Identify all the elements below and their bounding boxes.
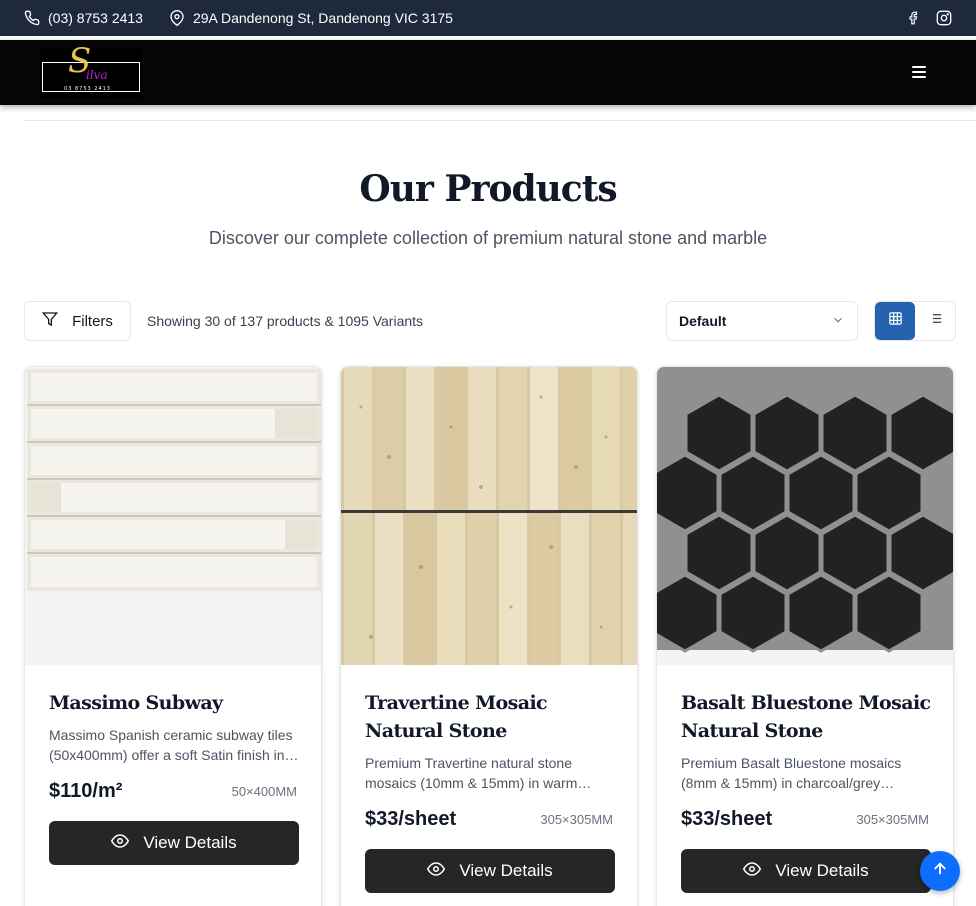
product-description: Massimo Spanish ceramic subway tiles (50… bbox=[49, 727, 293, 763]
product-size: 305×305MM bbox=[540, 812, 613, 827]
filters-label: Filters bbox=[72, 312, 113, 330]
filter-icon bbox=[41, 311, 59, 331]
scroll-to-top-button[interactable] bbox=[920, 851, 960, 891]
view-details-label: View Details bbox=[775, 861, 869, 880]
list-view-button[interactable] bbox=[915, 302, 955, 340]
product-size: 305×305MM bbox=[856, 812, 929, 827]
list-icon bbox=[928, 311, 943, 331]
product-description: Premium Travertine natural stone mosaics… bbox=[365, 755, 578, 791]
eye-icon bbox=[427, 860, 446, 883]
product-card[interactable]: Massimo Subway Massimo Spanish ceramic s… bbox=[24, 366, 322, 906]
phone-contact[interactable]: (03) 8753 2413 bbox=[24, 10, 143, 26]
product-image[interactable] bbox=[657, 367, 953, 665]
social-links bbox=[906, 10, 952, 26]
logo-script: ilva bbox=[86, 68, 108, 82]
eye-icon bbox=[743, 860, 762, 883]
results-count: Showing 30 of 137 products & 1095 Varian… bbox=[147, 313, 424, 329]
product-price: $110/m² bbox=[49, 780, 123, 802]
map-pin-icon bbox=[169, 10, 185, 26]
view-toggle bbox=[874, 301, 956, 341]
product-card[interactable]: Basalt Bluestone Mosaic Natural Stone Pr… bbox=[656, 366, 954, 906]
filters-button[interactable]: Filters bbox=[24, 301, 131, 341]
site-logo[interactable]: S ilva 03 8753 2413 bbox=[40, 44, 142, 98]
grid-icon bbox=[888, 311, 903, 331]
instagram-icon[interactable] bbox=[936, 10, 952, 26]
view-details-label: View Details bbox=[143, 833, 237, 852]
product-size: 50×400MM bbox=[231, 784, 297, 799]
menu-icon[interactable] bbox=[912, 66, 926, 78]
logo-phone: 03 8753 2413 bbox=[64, 86, 111, 92]
arrow-up-icon bbox=[931, 860, 949, 883]
phone-icon bbox=[24, 10, 40, 26]
product-price: $33/sheet bbox=[681, 808, 773, 830]
product-card[interactable]: Travertine Mosaic Natural Stone Premium … bbox=[340, 366, 638, 906]
phone-number: (03) 8753 2413 bbox=[48, 10, 143, 26]
view-details-button[interactable]: View Details bbox=[681, 849, 931, 893]
grid-view-button[interactable] bbox=[875, 302, 915, 340]
view-details-button[interactable]: View Details bbox=[49, 821, 299, 865]
product-price: $33/sheet bbox=[365, 808, 457, 830]
page-title: Our Products bbox=[359, 168, 617, 210]
top-info-bar: (03) 8753 2413 29A Dandenong St, Dandeno… bbox=[0, 0, 976, 36]
product-image[interactable] bbox=[25, 367, 321, 665]
address-text: 29A Dandenong St, Dandenong VIC 3175 bbox=[192, 10, 453, 26]
sort-select[interactable]: Default bbox=[666, 301, 858, 341]
sort-value: Default bbox=[679, 313, 727, 329]
address-contact[interactable]: 29A Dandenong St, Dandenong VIC 3175 bbox=[169, 10, 453, 26]
product-name[interactable]: Massimo Subway bbox=[49, 689, 299, 717]
page-subtitle: Discover our complete collection of prem… bbox=[208, 228, 768, 248]
product-image[interactable] bbox=[341, 367, 637, 665]
eye-icon bbox=[111, 832, 130, 855]
section-divider bbox=[24, 120, 976, 121]
view-details-button[interactable]: View Details bbox=[365, 849, 615, 893]
product-name[interactable]: Travertine Mosaic Natural Stone bbox=[365, 689, 615, 745]
view-details-label: View Details bbox=[459, 861, 553, 880]
facebook-icon[interactable] bbox=[906, 10, 920, 26]
main-navbar: S ilva 03 8753 2413 bbox=[0, 40, 976, 105]
product-description: Premium Basalt Bluestone mosaics (8mm & … bbox=[681, 755, 902, 791]
product-name[interactable]: Basalt Bluestone Mosaic Natural Stone bbox=[681, 689, 931, 745]
chevron-down-icon bbox=[831, 313, 845, 330]
